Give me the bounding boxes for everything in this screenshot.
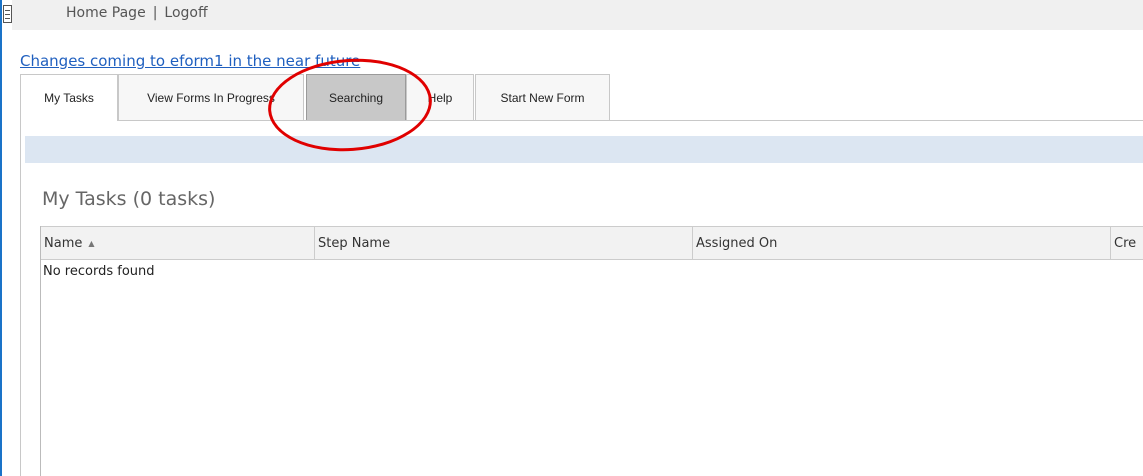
- column-header-created[interactable]: Cre: [1111, 227, 1143, 260]
- section-title: My Tasks (0 tasks): [42, 188, 216, 210]
- column-header-step-name[interactable]: Step Name: [315, 227, 693, 260]
- column-label: Name: [44, 236, 83, 251]
- home-page-link[interactable]: Home Page: [66, 5, 146, 21]
- column-header-name[interactable]: Name ▲: [41, 227, 315, 260]
- info-bar: [25, 136, 1143, 163]
- tab-my-tasks[interactable]: My Tasks: [20, 74, 118, 121]
- window-edge: [0, 0, 2, 476]
- sort-ascending-icon: ▲: [88, 239, 95, 248]
- column-header-assigned-on[interactable]: Assigned On: [693, 227, 1111, 260]
- tab-bar: My Tasks View Forms In Progress Searchin…: [20, 74, 1143, 121]
- tab-start-new-form[interactable]: Start New Form: [475, 74, 610, 120]
- grid-header: Name ▲ Step Name Assigned On Cre: [41, 226, 1143, 260]
- menu-icon[interactable]: [3, 5, 12, 23]
- logoff-link[interactable]: Logoff: [164, 5, 207, 21]
- top-nav: Home Page | Logoff: [66, 5, 208, 21]
- empty-message: No records found: [43, 264, 155, 279]
- nav-separator: |: [152, 5, 158, 21]
- tasks-grid: Name ▲ Step Name Assigned On Cre No reco…: [40, 226, 1143, 476]
